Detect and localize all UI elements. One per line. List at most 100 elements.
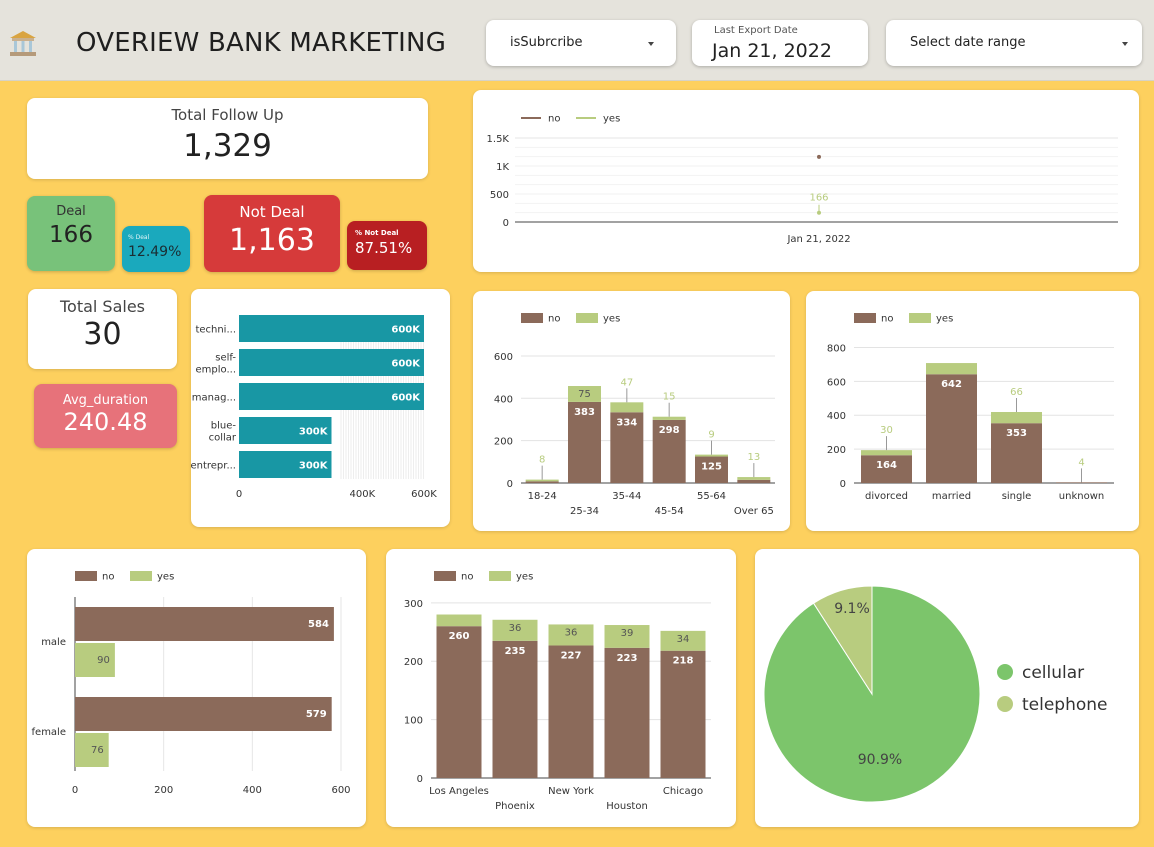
data-label-no: 334 bbox=[616, 417, 637, 428]
bar-yes-45-54 bbox=[652, 416, 686, 420]
legend-swatch-yes bbox=[489, 571, 511, 581]
legend-swatch-no bbox=[521, 313, 543, 323]
pct-deal-card: % Deal 12.49% bbox=[122, 226, 190, 272]
bar-yes-18-24 bbox=[525, 479, 559, 482]
data-label-yes: 47 bbox=[620, 377, 633, 388]
data-label-yes: 13 bbox=[747, 452, 760, 463]
avg-duration-label: Avg_duration bbox=[62, 393, 149, 408]
age-chart: no yes 0 200 400 600 8 18-24 383 75 25-34 334 47 35-4… bbox=[494, 313, 775, 517]
bar-no-New York bbox=[548, 645, 594, 778]
x-tick-label: 18-24 bbox=[528, 491, 557, 502]
legend-label-yes: yes bbox=[603, 314, 620, 325]
data-label: 600K bbox=[391, 359, 421, 370]
city-chart: no yes 0 100 200 300 260 Los Angeles 235 36 Phoeni… bbox=[404, 571, 711, 812]
data-label-no: 125 bbox=[701, 462, 722, 473]
avg-duration-card: Avg_duration 240.48 bbox=[34, 384, 177, 448]
data-label: 600K bbox=[391, 393, 421, 404]
x-tick-label: 25-34 bbox=[570, 506, 599, 517]
y-tick-label: 1.5K bbox=[487, 134, 510, 145]
data-label: 600K bbox=[391, 325, 421, 336]
total-sales-label: Total Sales bbox=[59, 297, 146, 316]
legend-label-no: no bbox=[548, 114, 560, 125]
data-label-yes: 75 bbox=[578, 389, 591, 400]
data-label-yes: 9 bbox=[708, 430, 714, 441]
date-range-label: Select date range bbox=[910, 35, 1026, 50]
legend-swatch-no bbox=[434, 571, 456, 581]
y-tick-label: 500 bbox=[490, 190, 509, 201]
bar-no-Over 65 bbox=[737, 479, 771, 483]
bar-no-unknown bbox=[1056, 482, 1107, 483]
x-tick-label: single bbox=[1002, 491, 1032, 502]
total-follow-up-card: Total Follow Up 1,329 bbox=[27, 98, 428, 179]
pie-pct-label: 9.1% bbox=[834, 601, 870, 617]
data-label-no: 260 bbox=[449, 631, 470, 642]
y-tick-label: 400 bbox=[827, 411, 846, 422]
bank-icon bbox=[10, 31, 36, 56]
export-date-value: Jan 21, 2022 bbox=[712, 40, 832, 62]
pct-not-deal-label: % Not Deal bbox=[355, 229, 399, 237]
export-date-box: Last Export Date Jan 21, 2022 bbox=[692, 20, 868, 66]
legend-label-yes: yes bbox=[157, 572, 174, 583]
gender-chart-card: no yes 0 200 400 600 584 90 male 579 76 female bbox=[27, 549, 366, 827]
data-label-yes: 39 bbox=[621, 628, 634, 639]
legend-label-no: no bbox=[102, 572, 114, 583]
data-label-no: 15 bbox=[747, 485, 761, 496]
bar-no-Los Angeles bbox=[436, 626, 482, 778]
category-label: blue- bbox=[211, 421, 237, 432]
bar-no-married bbox=[926, 374, 977, 483]
x-tick-label: unknown bbox=[1059, 491, 1104, 502]
legend-swatch-yes bbox=[130, 571, 152, 581]
x-tick-label: Chicago bbox=[663, 786, 703, 797]
x-tick-label: 400K bbox=[350, 489, 376, 500]
y-tick-label: 300 bbox=[404, 599, 423, 610]
data-label-yes: 66 bbox=[1010, 387, 1023, 398]
export-date-caption: Last Export Date bbox=[714, 25, 798, 36]
x-tick-label: 0 bbox=[72, 785, 78, 796]
y-tick-label: 100 bbox=[404, 716, 423, 727]
date-range-picker[interactable]: Select date range bbox=[886, 20, 1142, 66]
bar-yes-married bbox=[926, 363, 977, 375]
category-label: female bbox=[32, 727, 66, 738]
data-label-yes: 8 bbox=[539, 455, 545, 466]
page-title: OVERIEW BANK MARKETING bbox=[76, 28, 447, 58]
legend-label-yes: yes bbox=[936, 314, 953, 325]
y-tick-label: 200 bbox=[404, 657, 423, 668]
data-label-no: 579 bbox=[306, 709, 327, 720]
pct-not-deal-value: 87.51% bbox=[355, 239, 413, 257]
x-tick-label: 45-54 bbox=[655, 506, 684, 517]
timeline-chart-card: no yes 0 500 1K 1.5K 166 Jan 21, 2022 bbox=[473, 90, 1139, 272]
y-tick-label: 800 bbox=[827, 343, 846, 354]
job-chart-card: 600K techni... 600K self-emplo... 600K manag.… bbox=[190, 289, 450, 527]
total-follow-up-value: 1,329 bbox=[183, 128, 272, 164]
data-label-yes: 34 bbox=[677, 634, 690, 645]
x-tick-label: Los Angeles bbox=[429, 786, 489, 797]
deal-card: Deal 166 bbox=[27, 196, 115, 271]
data-label-no: 227 bbox=[561, 650, 582, 661]
pct-deal-value: 12.49% bbox=[128, 244, 182, 260]
data-label-no: 298 bbox=[659, 425, 680, 436]
subscribe-dropdown[interactable]: isSubrcribe bbox=[486, 20, 676, 66]
data-label: 300K bbox=[299, 461, 329, 472]
legend-label-telephone: telephone bbox=[1022, 695, 1108, 715]
bar-yes-Los Angeles bbox=[436, 614, 482, 627]
data-label-no: 164 bbox=[876, 460, 897, 471]
marital-chart: no yes 0 200 400 600 800 164 30 divorced 642 marrie… bbox=[827, 313, 1114, 502]
x-tick-label: 200 bbox=[154, 785, 173, 796]
legend-label-yes: yes bbox=[603, 114, 620, 125]
data-label: 166 bbox=[809, 193, 828, 204]
subscribe-dropdown-label: isSubrcribe bbox=[510, 35, 583, 50]
legend-swatch-yes bbox=[576, 313, 598, 323]
y-tick-label: 0 bbox=[417, 774, 423, 785]
pie-pct-label: 90.9% bbox=[858, 752, 902, 768]
not-deal-value: 1,163 bbox=[229, 223, 315, 258]
x-tick-label: Houston bbox=[606, 801, 648, 812]
job-chart: 600K techni... 600K self-emplo... 600K manag.… bbox=[190, 315, 437, 500]
category-label: entrepr... bbox=[191, 461, 236, 472]
legend-label-no: no bbox=[881, 314, 893, 325]
not-deal-card: Not Deal 1,163 bbox=[204, 195, 340, 272]
data-label-no: 383 bbox=[574, 407, 595, 418]
legend-swatch-cellular bbox=[997, 664, 1013, 680]
legend-swatch-no bbox=[75, 571, 97, 581]
y-tick-label: 0 bbox=[840, 479, 846, 490]
point-no bbox=[817, 154, 821, 159]
